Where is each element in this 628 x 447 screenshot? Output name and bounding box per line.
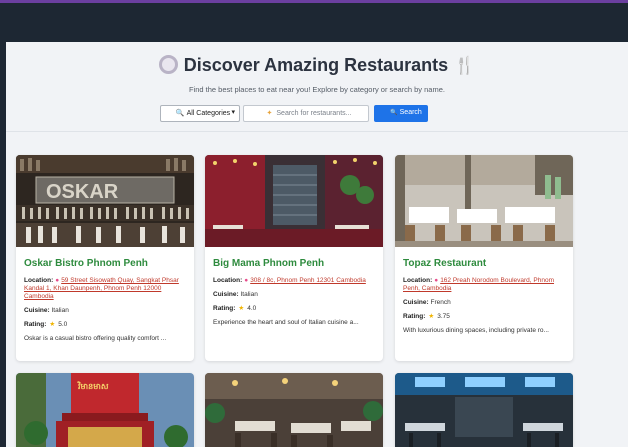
restaurant-card[interactable]: OSKAR Oskar Bistro Phnom Penh Location: …	[16, 155, 194, 361]
browser-top-bar	[0, 0, 628, 42]
page-title-row: Discover Amazing Restaurants 🍴	[6, 55, 628, 76]
star-icon: ★	[428, 313, 435, 320]
page-subtitle: Find the best places to eat near you! Ex…	[189, 85, 445, 94]
restaurant-card[interactable]: វិមានមាស	[16, 373, 194, 447]
cuisine-label: Cuisine:	[213, 291, 239, 298]
cuisine-value: Italian	[51, 307, 69, 314]
cuisine-label: Cuisine:	[24, 307, 50, 314]
lightbulb-icon: ✦	[266, 110, 273, 117]
card-body: Topaz Restaurant Location: ● 162 Preah Nor…	[395, 247, 573, 335]
restaurant-card[interactable]: Big Mama Phnom Penh Location: ● 308 / 8c, …	[205, 155, 383, 361]
cutlery-icon: 🍴	[454, 56, 476, 75]
rating-row: Rating: ★ 4.0	[213, 305, 375, 313]
location-link[interactable]: 308 / 8c, Phnom Penh 12301 Cambodia	[250, 277, 366, 284]
pin-icon: ●	[434, 277, 439, 284]
rating-label: Rating:	[24, 321, 47, 328]
star-icon: ★	[49, 321, 56, 328]
chevron-down-icon: ▾	[231, 109, 235, 116]
location-label: Location:	[403, 277, 433, 284]
restaurant-photo: វិមានមាស	[16, 373, 194, 447]
location-row: Location: ● 162 Preah Norodom Boulevard, P…	[403, 277, 565, 293]
star-icon: ★	[238, 305, 245, 312]
category-selected-value: All Categories	[186, 110, 231, 117]
restaurant-name[interactable]: Topaz Restaurant	[403, 258, 565, 269]
svg-text:វិមានមាស: វិមានមាស	[77, 381, 109, 391]
restaurant-page: Discover Amazing Restaurants 🍴 Find the b…	[6, 42, 628, 447]
rating-row: Rating: ★ 3.75	[403, 313, 565, 321]
cuisine-row: Cuisine: Italian	[24, 307, 186, 315]
restaurant-name[interactable]: Big Mama Phnom Penh	[213, 258, 375, 269]
restaurant-card[interactable]	[395, 373, 573, 447]
hero-section: Discover Amazing Restaurants 🍴 Find the b…	[6, 42, 628, 132]
restaurant-photo	[395, 373, 573, 447]
rating-label: Rating:	[403, 313, 426, 320]
card-body: Oskar Bistro Phnom Penh Location: ● 59 Str…	[16, 247, 194, 343]
category-select[interactable]: 🔍 All Categories ▾	[160, 105, 240, 122]
restaurant-card[interactable]	[205, 373, 383, 447]
location-label: Location:	[24, 277, 54, 284]
plate-icon	[158, 55, 178, 74]
search-button-label: Search	[399, 109, 422, 116]
rating-label: Rating:	[213, 305, 236, 312]
svg-text:OSKAR: OSKAR	[46, 181, 119, 203]
restaurant-photo	[395, 155, 573, 247]
restaurant-name[interactable]: Oskar Bistro Phnom Penh	[24, 258, 186, 269]
location-row: Location: ● 308 / 8c, Phnom Penh 12301 Cam…	[213, 277, 375, 285]
cuisine-value: French	[430, 299, 451, 306]
page-title: Discover Amazing Restaurants	[183, 55, 449, 75]
cuisine-row: Cuisine: Italian	[213, 291, 375, 299]
rating-row: Rating: ★ 5.0	[24, 321, 186, 329]
cuisine-label: Cuisine:	[403, 299, 429, 306]
location-label: Location:	[213, 277, 243, 284]
rating-value: 4.0	[247, 305, 257, 312]
search-icon: 🔍	[390, 110, 398, 116]
pin-icon: ●	[244, 277, 249, 284]
restaurant-photo: OSKAR	[16, 155, 194, 247]
restaurant-photo	[205, 373, 383, 447]
rating-value: 3.75	[437, 313, 450, 320]
location-row: Location: ● 59 Street Sisowath Quay, Sangk…	[24, 277, 186, 301]
rating-value: 5.0	[58, 321, 68, 328]
restaurant-description: With luxurious dining spaces, including …	[403, 327, 549, 334]
restaurant-card[interactable]: Topaz Restaurant Location: ● 162 Preah Nor…	[395, 155, 573, 361]
restaurant-description: Experience the heart and soul of Italian…	[213, 319, 359, 326]
search-placeholder: Search for restaurants...	[276, 110, 352, 117]
search-icon: 🔍	[175, 110, 185, 117]
cuisine-row: Cuisine: French	[403, 299, 565, 307]
search-input[interactable]: ✦ Search for restaurants...	[243, 105, 369, 122]
card-body: Big Mama Phnom Penh Location: ● 308 / 8c, …	[205, 247, 383, 327]
search-button[interactable]: 🔍 Search	[374, 105, 428, 122]
restaurant-photo	[205, 155, 383, 247]
cuisine-value: Italian	[240, 291, 258, 298]
restaurant-description: Oskar is a casual bistro offering qualit…	[24, 335, 167, 342]
pin-icon: ●	[55, 277, 60, 284]
